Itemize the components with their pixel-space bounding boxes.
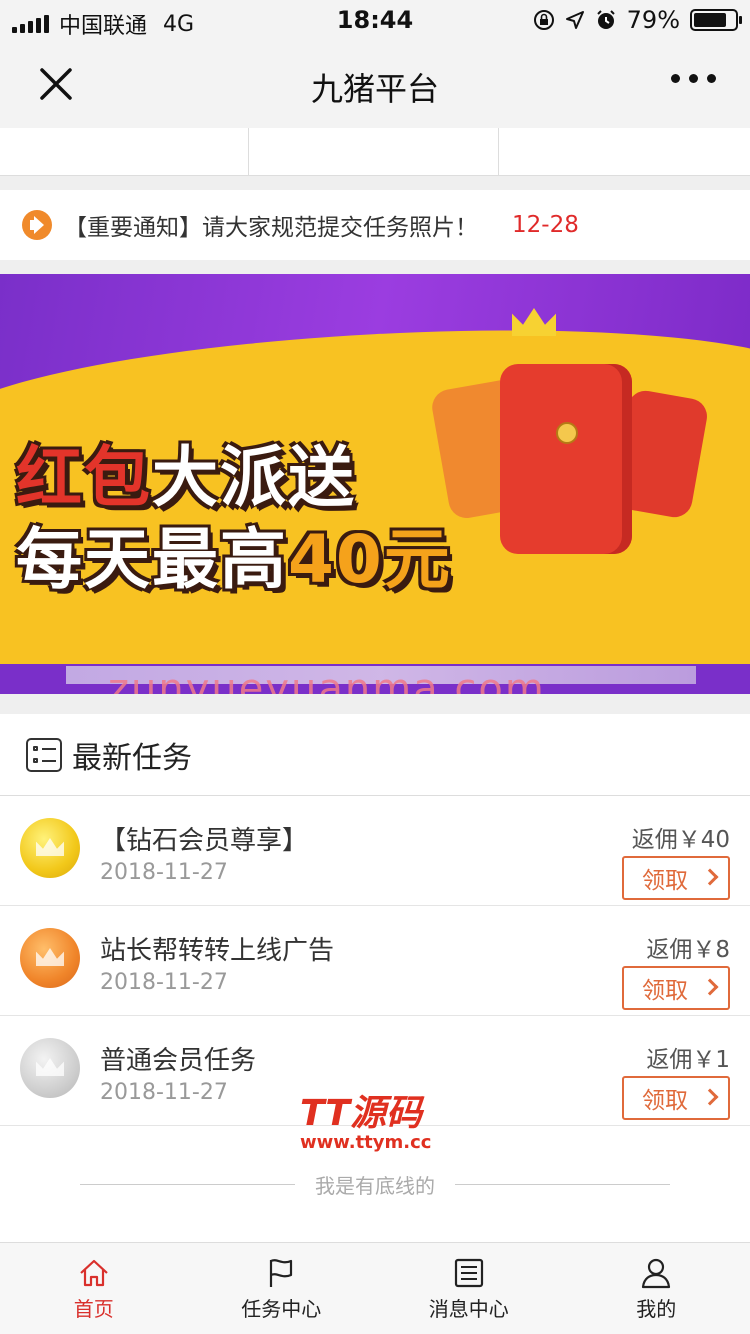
user-icon <box>642 1258 671 1289</box>
flag-icon <box>270 1259 293 1287</box>
tab-label: 消息中心 <box>428 1297 509 1321</box>
task-date: 2018-11-27 <box>100 860 228 885</box>
tab-label: 任务中心 <box>241 1297 322 1321</box>
task-title: 站长帮转转上线广告 <box>100 936 335 966</box>
battery-icon <box>690 9 742 31</box>
notice-date: 12-28 <box>512 212 579 238</box>
status-right: 79% <box>533 6 742 34</box>
bottom-tab-bar: 首页 任务中心 消息中心 我的 <box>0 1242 750 1334</box>
end-of-list-text: 我是有底线的 <box>315 1174 435 1198</box>
ttym-watermark-title: TT源码 <box>300 1093 422 1134</box>
tab-mine[interactable]: 我的 <box>563 1243 750 1334</box>
tab-label: 我的 <box>636 1297 677 1321</box>
claim-button-label: 领取 <box>642 978 688 1004</box>
chevron-right-icon <box>701 978 719 996</box>
envelope-seal-icon <box>556 422 578 444</box>
notice-text: 【重要通知】请大家规范提交任务照片！ <box>64 215 478 241</box>
claim-button[interactable]: 领取 <box>622 856 730 900</box>
notice-bar[interactable]: 【重要通知】请大家规范提交任务照片！ 12-28 <box>0 190 750 260</box>
message-list-icon <box>454 1258 483 1288</box>
ttym-watermark-url: www.ttym.cc <box>300 1132 432 1153</box>
menu-grid-strip <box>0 128 750 176</box>
claim-button-label: 领取 <box>642 1088 688 1114</box>
task-row[interactable]: 站长帮转转上线广告 2018-11-27 返佣￥8 领取 <box>0 906 750 1016</box>
page-title: 九猪平台 <box>310 70 439 108</box>
banner-headline-2: 每天最高40元 <box>16 506 452 602</box>
battery-percent: 79% <box>626 6 680 34</box>
alarm-icon <box>596 10 615 29</box>
chevron-right-icon <box>701 868 719 886</box>
tab-label: 首页 <box>73 1297 114 1321</box>
section-title: 最新任务 <box>72 740 192 776</box>
banner-headline-2-orange: 40元 <box>288 521 452 598</box>
task-title: 普通会员任务 <box>100 1046 257 1076</box>
rotation-lock-icon <box>533 10 554 30</box>
checklist-icon <box>26 737 62 772</box>
task-reward: 返佣￥1 <box>646 1047 730 1073</box>
end-of-list-divider: 我是有底线的 <box>80 1170 670 1199</box>
location-arrow-icon <box>565 11 584 29</box>
task-date: 2018-11-27 <box>100 970 228 995</box>
banner-headline-2-white: 每天最高 <box>16 521 288 598</box>
task-reward: 返佣￥40 <box>631 827 730 853</box>
silver-crown-medal-icon <box>20 1038 80 1098</box>
home-icon <box>80 1259 108 1287</box>
status-bar: 中国联通 4G 18:44 79% <box>0 0 750 40</box>
section-spacer <box>0 176 750 190</box>
watermark-text: zunyueyuanma.com <box>108 666 546 694</box>
section-spacer <box>0 694 750 714</box>
task-title: 【钻石会员尊享】 <box>100 826 309 856</box>
task-list: 【钻石会员尊享】 2018-11-27 返佣￥40 领取 站长帮转转上线广告 2… <box>0 796 750 1126</box>
orange-crown-medal-icon <box>20 928 80 988</box>
claim-button-label: 领取 <box>642 868 688 894</box>
banner-headline-1-white: 大派送 <box>152 439 356 516</box>
claim-button[interactable]: 领取 <box>622 1076 730 1120</box>
more-icon[interactable] <box>671 74 716 83</box>
banner-headline-1-red: 红包 <box>16 439 152 516</box>
tab-task-center[interactable]: 任务中心 <box>188 1243 376 1334</box>
tab-message-center[interactable]: 消息中心 <box>375 1243 563 1334</box>
tab-home[interactable]: 首页 <box>0 1243 188 1334</box>
section-spacer <box>0 260 750 274</box>
claim-button[interactable]: 领取 <box>622 966 730 1010</box>
latest-tasks-header: 最新任务 <box>0 714 750 796</box>
chevron-right-icon <box>701 1088 719 1106</box>
task-reward: 返佣￥8 <box>646 937 730 963</box>
task-row[interactable]: 【钻石会员尊享】 2018-11-27 返佣￥40 领取 <box>0 796 750 906</box>
gold-crown-medal-icon <box>20 818 80 878</box>
megaphone-icon <box>22 210 52 240</box>
nav-bar: 九猪平台 <box>0 40 750 128</box>
promo-banner[interactable]: 红包大派送 每天最高40元 zunyueyuanma.com <box>0 274 750 694</box>
task-date: 2018-11-27 <box>100 1080 228 1105</box>
grid-divider <box>248 128 249 176</box>
ttym-watermark: TT源码 www.ttym.cc <box>300 1084 431 1153</box>
grid-divider <box>498 128 499 176</box>
red-envelope-main-icon <box>500 364 632 554</box>
